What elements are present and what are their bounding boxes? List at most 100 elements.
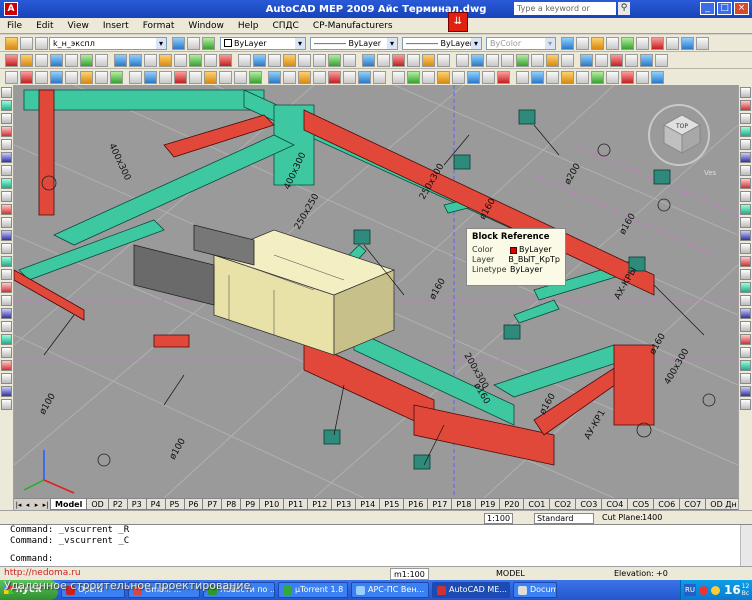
tab-layout[interactable]: P5 xyxy=(164,499,185,510)
minimize-button[interactable]: _ xyxy=(700,2,715,15)
toolbar-icon[interactable] xyxy=(189,53,202,67)
toolbar-icon[interactable] xyxy=(696,36,709,50)
toolbar-icon[interactable] xyxy=(467,70,480,84)
toolbar-icon[interactable] xyxy=(546,53,559,67)
polygon-tool-icon[interactable] xyxy=(1,113,12,124)
toolbar-icon[interactable] xyxy=(80,70,93,84)
mtext-tool-icon[interactable] xyxy=(1,269,12,280)
toolbar-icon[interactable] xyxy=(516,70,529,84)
region-tool-icon[interactable] xyxy=(1,243,12,254)
toolbar-icon[interactable] xyxy=(313,70,326,84)
make-block-icon[interactable] xyxy=(1,204,12,215)
toolbar-icon[interactable] xyxy=(591,70,604,84)
toolbar-icon[interactable] xyxy=(636,70,649,84)
taskbar-item[interactable]: АРС-ПС Вен... xyxy=(351,582,429,598)
toolbar-icon[interactable] xyxy=(65,53,78,67)
command-window[interactable]: Command: _vscurrent _R Command: _vscurre… xyxy=(0,524,752,567)
plotstyle-dropdown[interactable]: ByColor xyxy=(486,36,556,50)
toolbar-icon[interactable] xyxy=(204,53,217,67)
toolbar-icon[interactable] xyxy=(129,70,142,84)
menu-cp-manufacturers[interactable]: CP-Manufacturers xyxy=(306,21,400,31)
toolbar-icon[interactable] xyxy=(666,36,679,50)
toolbar-icon[interactable] xyxy=(576,70,589,84)
taskbar-item[interactable]: Gmail: ... xyxy=(128,582,200,598)
toolbar-icon[interactable] xyxy=(486,53,499,67)
tab-layout[interactable]: P10 xyxy=(259,499,285,510)
mirror-tool-icon[interactable] xyxy=(740,113,751,124)
toolbar-icon[interactable] xyxy=(422,70,435,84)
toolbar-icon[interactable] xyxy=(392,70,405,84)
toolbar-icon[interactable] xyxy=(497,70,510,84)
tab-layout[interactable]: P13 xyxy=(331,499,357,510)
arc-tool-icon[interactable] xyxy=(1,139,12,150)
tab-layout[interactable]: P18 xyxy=(451,499,477,510)
tab-layout[interactable]: CO6 xyxy=(653,499,681,510)
toolbar-icon[interactable] xyxy=(576,36,589,50)
toolbar-icon[interactable] xyxy=(606,36,619,50)
menu-view[interactable]: View xyxy=(61,21,96,31)
toolbar-icon[interactable] xyxy=(407,53,420,67)
toolbar-icon[interactable] xyxy=(740,321,751,332)
toolbar-icon[interactable] xyxy=(5,53,18,67)
offset-tool-icon[interactable] xyxy=(740,126,751,137)
toolbar-icon[interactable] xyxy=(482,70,495,84)
toolbar-icon[interactable] xyxy=(20,53,33,67)
lightbulb-icon[interactable] xyxy=(20,36,33,50)
tab-layout[interactable]: P3 xyxy=(126,499,147,510)
point-tool-icon[interactable] xyxy=(1,217,12,228)
line-tool-icon[interactable] xyxy=(1,87,12,98)
toolbar-icon[interactable] xyxy=(373,70,386,84)
tab-layout[interactable]: P2 xyxy=(107,499,128,510)
toolbar-icon[interactable] xyxy=(471,53,484,67)
tab-layout[interactable]: P19 xyxy=(475,499,501,510)
toolbar-icon[interactable] xyxy=(219,70,232,84)
toolbar-icon[interactable] xyxy=(35,53,48,67)
toolbar-icon[interactable] xyxy=(174,53,187,67)
scale-dropdown[interactable]: 1:100 xyxy=(484,513,514,524)
tab-layout[interactable]: CO7 xyxy=(679,499,707,510)
ellipse-tool-icon[interactable] xyxy=(1,178,12,189)
clock-hours[interactable]: 16 xyxy=(724,583,741,597)
toolbar-icon[interactable] xyxy=(531,53,544,67)
tab-layout[interactable]: P14 xyxy=(355,499,381,510)
break-tool-icon[interactable] xyxy=(740,230,751,241)
toolbar-icon[interactable] xyxy=(219,53,232,67)
toolbar-icon[interactable] xyxy=(110,70,123,84)
layer-previous-icon[interactable] xyxy=(187,36,200,50)
command-prompt[interactable]: Command: xyxy=(10,554,752,565)
toolbar-icon[interactable] xyxy=(377,53,390,67)
toolbar-icon[interactable] xyxy=(95,53,108,67)
rotate-tool-icon[interactable] xyxy=(740,165,751,176)
toolbar-icon[interactable] xyxy=(298,70,311,84)
menu-edit[interactable]: Edit xyxy=(29,21,60,31)
toolbar-icon[interactable] xyxy=(268,70,281,84)
toolbar-icon[interactable] xyxy=(5,70,18,84)
tab-layout[interactable]: CO3 xyxy=(575,499,603,510)
tab-layout[interactable]: OD Дн xyxy=(705,499,738,510)
tray-icon[interactable] xyxy=(711,585,720,595)
toolbar-icon[interactable] xyxy=(452,70,465,84)
make-current-icon[interactable] xyxy=(172,36,185,50)
toolbar-icon[interactable] xyxy=(655,53,668,67)
toolbar-icon[interactable] xyxy=(546,70,559,84)
toolbar-icon[interactable] xyxy=(268,53,281,67)
toolbar-icon[interactable] xyxy=(740,295,751,306)
toolbar-icon[interactable] xyxy=(1,373,12,384)
toolbar-icon[interactable] xyxy=(20,70,33,84)
toolbar-icon[interactable] xyxy=(35,70,48,84)
toolbar-icon[interactable] xyxy=(1,282,12,293)
toolbar-icon[interactable] xyxy=(129,53,142,67)
menu-file[interactable]: File xyxy=(0,21,29,31)
toolbar-icon[interactable] xyxy=(80,53,93,67)
toolbar-icon[interactable] xyxy=(561,53,574,67)
tab-layout[interactable]: CO5 xyxy=(627,499,655,510)
toolbar-icon[interactable] xyxy=(437,70,450,84)
layer-dropdown[interactable]: k_н_экспл xyxy=(49,36,167,50)
toolbar-icon[interactable] xyxy=(234,70,247,84)
toolbar-icon[interactable] xyxy=(740,373,751,384)
polyline-tool-icon[interactable] xyxy=(1,100,12,111)
toolbar-icon[interactable] xyxy=(50,53,63,67)
tab-layout[interactable]: P7 xyxy=(202,499,223,510)
command-scrollbar[interactable] xyxy=(740,525,752,567)
toolbar-icon[interactable] xyxy=(253,53,266,67)
